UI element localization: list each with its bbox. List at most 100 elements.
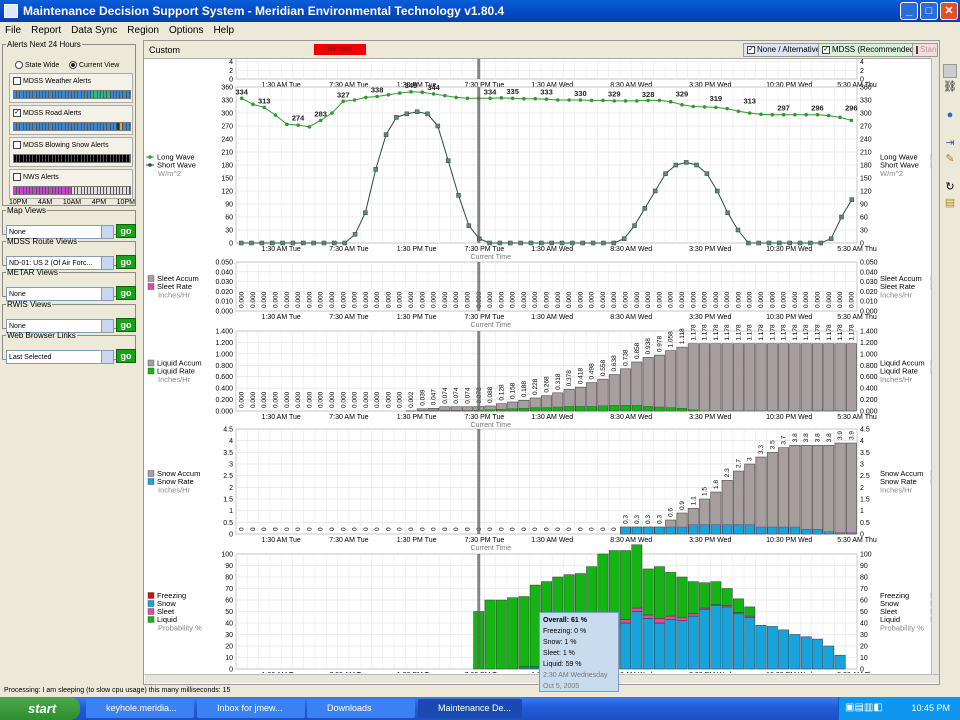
y-tick-label: 20 (225, 644, 233, 651)
alert-timeline-bar (13, 90, 131, 99)
accum-bar (439, 406, 451, 412)
sleet-value-label: 0.000 (792, 291, 799, 308)
task-inbox[interactable]: Inbox for jmew... (197, 699, 305, 718)
y-tick-label: 4 (229, 438, 233, 445)
accum-value-label: 0.9 (679, 501, 686, 510)
checkbox[interactable]: ✓ (747, 46, 755, 54)
rate-bar (790, 526, 800, 535)
y-tick-label-right: 60 (860, 215, 868, 222)
longwave-value-label: 297 (777, 103, 790, 112)
liquid-bar (733, 598, 744, 613)
go-button[interactable]: go (116, 349, 136, 363)
start-button[interactable]: start (0, 697, 80, 720)
view-panel-legend: MDSS Route Views (7, 237, 78, 246)
shortwave-point (828, 236, 834, 241)
maximize-button[interactable]: □ (920, 2, 938, 20)
alert-label-row[interactable]: MDSS Blowing Snow Alerts (13, 141, 109, 149)
y-tick-label: 100 (221, 552, 233, 559)
y-tick-label-right: 40 (860, 621, 868, 628)
left-panel: Alerts Next 24 Hours State Wide Current … (0, 40, 138, 685)
current-view-radio[interactable]: Current View (69, 61, 119, 69)
alert-label-row[interactable]: MDSS Weather Alerts (13, 77, 91, 85)
accum-value-label: 1.178 (747, 324, 754, 341)
view-select[interactable]: None (6, 287, 114, 301)
sleet-value-label: 0.000 (848, 291, 855, 308)
menu-data-sync[interactable]: Data Sync (66, 25, 122, 36)
go-button[interactable]: go (116, 318, 136, 332)
checkbox[interactable]: ✓ (822, 46, 830, 54)
none-alternative-toggle[interactable]: ✓ None / Alternative (743, 43, 825, 57)
refresh-button[interactable]: Refresh (314, 44, 366, 55)
accum-value-label: 3.8 (803, 433, 810, 442)
shortwave-point (539, 240, 544, 246)
standard-toggle[interactable]: Standard (912, 43, 938, 57)
y-tick-label-right: 1 (860, 508, 864, 515)
alert-checkbox[interactable] (13, 173, 21, 181)
shortwave-point (621, 236, 627, 241)
task-maintenance[interactable]: Maintenance De... (418, 699, 522, 718)
accum-value-label: 1.178 (826, 324, 833, 341)
blank-icon[interactable] (943, 64, 957, 78)
y-tick-label-right: 0.050 (860, 260, 878, 267)
menu-options[interactable]: Options (164, 25, 208, 36)
accum-bar (687, 343, 699, 412)
y-tick-label-right: 4.5 (860, 427, 870, 434)
alert-checkbox[interactable]: ✓ (13, 109, 21, 117)
checkbox[interactable] (916, 46, 918, 54)
print-icon[interactable]: ▤ (943, 196, 957, 210)
menu-report[interactable]: Report (26, 25, 66, 36)
accum-value-label: 0 (306, 527, 313, 531)
menu-region[interactable]: Region (122, 25, 164, 36)
longwave-point (668, 99, 673, 104)
edit-icon[interactable]: ✎ (943, 152, 957, 166)
menu-file[interactable]: File (0, 25, 26, 36)
x-tick-label: 1:30 PM Tue (397, 314, 437, 321)
snow-bar (654, 622, 665, 670)
minimize-button[interactable]: _ (900, 2, 918, 20)
refresh-icon[interactable]: ↻ (943, 180, 957, 194)
alert-label-row[interactable]: ✓ MDSS Road Alerts (13, 109, 81, 117)
snow-bar (733, 613, 744, 670)
longwave-point (804, 112, 808, 117)
menu-help[interactable]: Help (208, 25, 239, 36)
longwave-point (567, 98, 571, 102)
current-time-label: Current Time (471, 545, 512, 552)
shortwave-point (383, 132, 389, 137)
go-button[interactable]: go (116, 286, 136, 300)
globe-icon[interactable]: ● (943, 108, 957, 122)
longwave-value-label: 334 (484, 87, 497, 96)
accum-value-label: 2.3 (724, 468, 731, 477)
shortwave-point (497, 240, 503, 246)
y-tick-label: 0 (229, 241, 233, 248)
vertical-scrollbar[interactable] (931, 58, 939, 674)
sleet-value-label: 0.000 (273, 291, 280, 308)
longwave-value-label: 328 (642, 90, 655, 99)
longwave-point (533, 96, 538, 101)
task-keyhole[interactable]: keyhole.meridia... (86, 699, 194, 718)
sleet-value-label: 0.000 (385, 291, 392, 308)
alert-label-row[interactable]: NWS Alerts (13, 173, 59, 181)
y-tick-label: 80 (225, 575, 233, 582)
rate-bar (541, 407, 552, 412)
liquid-bar (721, 588, 733, 606)
accum-value-label: 0 (577, 527, 584, 531)
task-downloads[interactable]: Downloads (307, 699, 415, 718)
alert-checkbox[interactable] (13, 141, 21, 149)
dropdown-arrow-icon[interactable] (101, 288, 113, 300)
export-icon[interactable]: ⇥ (943, 136, 957, 150)
state-wide-radio[interactable]: State Wide (15, 61, 59, 69)
y-tick-label-right: 2 (860, 68, 864, 75)
accum-value-label: 0.418 (577, 367, 584, 384)
close-button[interactable]: ✕ (940, 2, 958, 20)
none-alternative-label: None / Alternative (757, 45, 821, 54)
dropdown-arrow-icon[interactable] (101, 351, 113, 363)
network-icon[interactable]: ⛓ (943, 80, 957, 94)
view-select[interactable]: Last Selected (6, 350, 114, 364)
mdss-toggle[interactable]: ✓ MDSS (Recommended) (818, 43, 921, 57)
tray-icons[interactable]: ▣▤▥◧ (845, 702, 883, 713)
alert-checkbox[interactable] (13, 77, 21, 85)
shortwave-point (559, 240, 565, 246)
go-button[interactable]: go (116, 224, 136, 238)
go-button[interactable]: go (116, 255, 136, 269)
accum-value-label: 0.158 (510, 382, 517, 399)
